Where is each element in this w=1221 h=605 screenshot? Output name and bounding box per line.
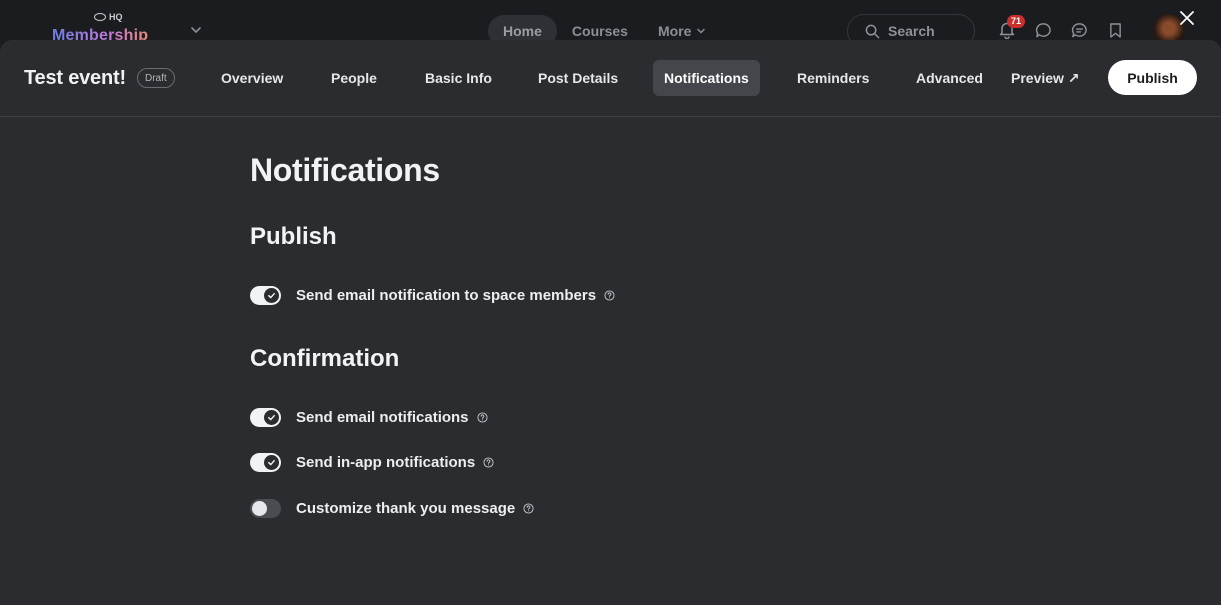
toggle-knob bbox=[264, 409, 279, 425]
message-lines-icon bbox=[1071, 22, 1087, 37]
tab-notifications[interactable]: Notifications bbox=[653, 60, 760, 96]
toggle-switch[interactable] bbox=[250, 452, 281, 472]
close-icon[interactable] bbox=[1178, 9, 1196, 27]
help-icon[interactable] bbox=[523, 502, 534, 514]
toggle-knob bbox=[264, 454, 279, 470]
tab-post-details[interactable]: Post Details bbox=[527, 60, 629, 96]
help-icon[interactable] bbox=[476, 411, 488, 423]
help-icon[interactable] bbox=[483, 456, 494, 468]
messages-button[interactable] bbox=[1070, 20, 1088, 40]
tab-label: Reminders bbox=[797, 70, 870, 86]
tab-people[interactable]: People bbox=[320, 60, 388, 96]
chat-button[interactable] bbox=[1034, 20, 1052, 40]
setting-label: Send email notification to space members bbox=[296, 286, 597, 304]
section-title-confirmation: Confirmation bbox=[250, 345, 400, 372]
notification-count-badge: 71 bbox=[1007, 15, 1026, 28]
tab-label: Notifications bbox=[664, 70, 749, 86]
tab-label: Preview ↗ bbox=[1011, 69, 1080, 86]
chevron-down-icon[interactable] bbox=[190, 24, 202, 36]
toggle-switch[interactable] bbox=[250, 498, 281, 518]
tab-label: Basic Info bbox=[425, 70, 492, 86]
nav-courses-label: Courses bbox=[571, 23, 628, 39]
check-icon bbox=[268, 292, 275, 298]
brand-top-label: HQ bbox=[109, 12, 123, 22]
header-icons: 71 bbox=[998, 15, 1124, 40]
toggle-knob bbox=[252, 500, 267, 516]
event-title: Test event! bbox=[24, 67, 126, 89]
tab-label: Post Details bbox=[538, 70, 619, 86]
editor-header: Test event! Draft Overview People Basic … bbox=[0, 40, 1221, 117]
check-icon bbox=[268, 459, 275, 465]
tab-reminders[interactable]: Reminders bbox=[786, 60, 880, 96]
chat-bubble-icon bbox=[1035, 22, 1051, 37]
tab-overview[interactable]: Overview bbox=[210, 60, 294, 96]
tab-preview[interactable]: Preview ↗ bbox=[1000, 60, 1091, 96]
bookmarks-button[interactable] bbox=[1106, 20, 1124, 40]
setting-row-email-notifications: Send email notifications bbox=[250, 406, 488, 428]
help-icon[interactable] bbox=[604, 289, 615, 301]
tab-label: Overview bbox=[221, 70, 284, 86]
tab-label: Advanced bbox=[916, 70, 983, 86]
tab-label: People bbox=[331, 70, 377, 86]
setting-row-email-space-members: Send email notification to space members bbox=[250, 284, 615, 306]
toggle-switch[interactable] bbox=[250, 285, 281, 305]
toggle-knob bbox=[264, 287, 279, 303]
check-icon bbox=[268, 414, 275, 420]
nav-home-label: Home bbox=[503, 23, 542, 39]
event-editor-panel: Test event! Draft Overview People Basic … bbox=[0, 40, 1221, 605]
search-placeholder: Search bbox=[888, 23, 935, 39]
setting-row-thank-you-message: Customize thank you message bbox=[250, 497, 534, 519]
brand-logo[interactable]: HQ Membership bbox=[52, 10, 172, 44]
setting-label: Customize thank you message bbox=[296, 499, 516, 517]
notifications-button[interactable]: 71 bbox=[998, 15, 1026, 40]
chevron-down-icon bbox=[697, 28, 706, 34]
setting-label: Send in-app notifications bbox=[296, 453, 476, 471]
brand-top: HQ bbox=[94, 12, 123, 22]
publish-button[interactable]: Publish bbox=[1108, 60, 1197, 95]
page-title: Notifications bbox=[250, 152, 440, 188]
nav-more-label: More bbox=[657, 23, 692, 39]
tab-basic-info[interactable]: Basic Info bbox=[414, 60, 503, 96]
setting-row-in-app-notifications: Send in-app notifications bbox=[250, 451, 494, 473]
setting-label: Send email notifications bbox=[296, 408, 469, 426]
bookmark-icon bbox=[1109, 22, 1121, 38]
eye-icon bbox=[94, 13, 106, 21]
search-icon bbox=[865, 24, 880, 38]
toggle-switch[interactable] bbox=[250, 407, 281, 427]
status-badge: Draft bbox=[137, 68, 175, 88]
section-title-publish: Publish bbox=[250, 223, 337, 250]
tab-advanced[interactable]: Advanced bbox=[905, 60, 994, 96]
